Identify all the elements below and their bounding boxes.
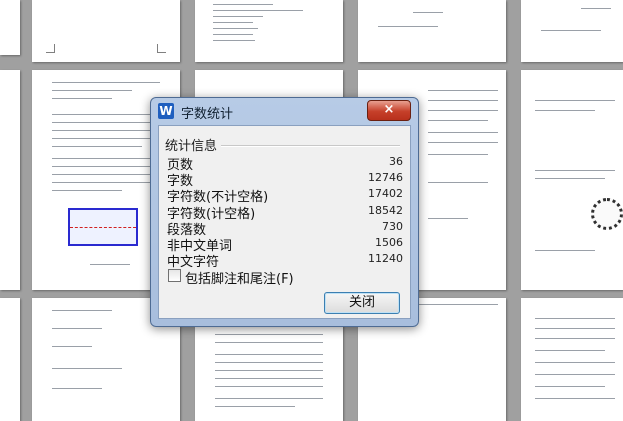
stat-row-chinese-characters: 中文字符 11240 xyxy=(167,251,403,270)
page-thumbnail[interactable] xyxy=(521,0,623,62)
stat-row-paragraphs: 段落数 730 xyxy=(167,219,403,238)
dialog-titlebar[interactable]: W 字数统计 × xyxy=(151,98,418,124)
wps-writer-logo-icon: W xyxy=(158,103,174,119)
stat-value: 17402 xyxy=(368,187,403,201)
dialog-body: 统计信息 页数 36 字数 12746 字符数(不计空格) 17402 字符数(… xyxy=(158,125,411,319)
figure-diagram xyxy=(68,208,138,246)
stat-value: 36 xyxy=(389,155,403,168)
page-thumbnail[interactable] xyxy=(0,298,20,421)
stat-row-characters-with-spaces: 字符数(计空格) 18542 xyxy=(167,203,403,222)
word-count-dialog: W 字数统计 × 统计信息 页数 36 字数 12746 字符数(不计空格) 1… xyxy=(150,97,419,327)
stat-value: 12746 xyxy=(368,171,403,185)
close-icon[interactable]: × xyxy=(367,100,411,121)
figure-gear xyxy=(591,198,623,230)
stat-row-words: 字数 12746 xyxy=(167,170,403,189)
stat-row-pages: 页数 36 xyxy=(167,154,403,173)
include-footnotes-checkbox[interactable] xyxy=(168,269,181,282)
page-thumbnail[interactable] xyxy=(32,0,180,62)
dialog-title: 字数统计 xyxy=(181,107,234,122)
stat-row-non-chinese-words: 非中文单词 1506 xyxy=(167,235,403,254)
page-thumbnail[interactable] xyxy=(195,0,343,62)
include-footnotes-label[interactable]: 包括脚注和尾注(F) xyxy=(185,268,294,287)
statistics-list: 页数 36 字数 12746 字符数(不计空格) 17402 字符数(计空格) … xyxy=(167,154,403,270)
stat-value: 18542 xyxy=(368,203,403,217)
statistics-group-title: 统计信息 xyxy=(165,135,222,154)
page-thumbnail[interactable] xyxy=(521,70,623,290)
stat-value: 730 xyxy=(382,219,403,233)
stat-row-characters-no-spaces: 字符数(不计空格) 17402 xyxy=(167,186,403,205)
group-divider xyxy=(219,145,400,147)
close-button[interactable]: 关闭 xyxy=(324,292,400,314)
page-thumbnail[interactable] xyxy=(358,0,506,62)
stat-value: 11240 xyxy=(368,252,403,266)
page-thumbnail[interactable] xyxy=(0,70,20,290)
stat-value: 1506 xyxy=(375,235,403,249)
page-thumbnail[interactable] xyxy=(0,0,20,55)
page-thumbnail[interactable] xyxy=(521,298,623,421)
